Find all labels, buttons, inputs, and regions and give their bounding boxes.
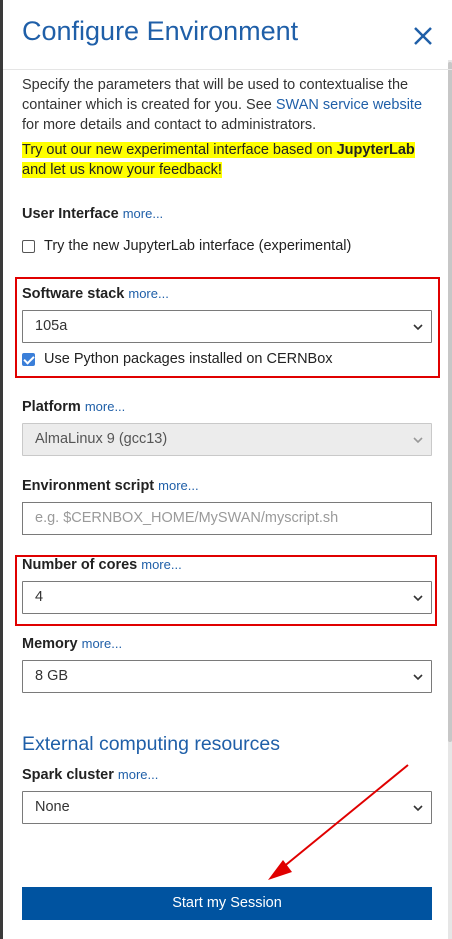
environment-script-more-link[interactable]: more...: [158, 478, 198, 493]
jupyterlab-notice: Try out our new experimental interface b…: [22, 140, 437, 180]
user-interface-label-text: User Interface: [22, 206, 119, 222]
cores-value: 4: [35, 589, 44, 605]
memory-label: Memory more...: [22, 636, 122, 652]
swan-service-link[interactable]: SWAN service website: [276, 97, 422, 113]
memory-more-link[interactable]: more...: [82, 636, 122, 651]
memory-select[interactable]: 8 GB: [22, 660, 432, 693]
scrollbar-thumb[interactable]: [448, 62, 452, 742]
jupyterlab-checkbox-row[interactable]: Try the new JupyterLab interface (experi…: [22, 238, 351, 254]
dialog-header: Configure Environment: [3, 0, 452, 70]
spark-cluster-label-text: Spark cluster: [22, 767, 114, 783]
chevron-down-icon: [413, 437, 423, 444]
chevron-down-icon: [413, 324, 423, 331]
intro-text-after: for more details and contact to administ…: [22, 117, 317, 133]
chevron-down-icon: [413, 805, 423, 812]
cores-more-link[interactable]: more...: [141, 557, 181, 572]
platform-label: Platform more...: [22, 399, 125, 415]
cernbox-packages-checkbox-label: Use Python packages installed on CERNBox: [44, 351, 333, 367]
platform-label-text: Platform: [22, 399, 81, 415]
user-interface-label: User Interface more...: [22, 206, 163, 222]
intro-description: Specify the parameters that will be used…: [22, 75, 432, 135]
notice-jupyterlab: JupyterLab: [336, 142, 415, 158]
cores-label: Number of cores more...: [22, 557, 182, 573]
cores-select[interactable]: 4: [22, 581, 432, 614]
cernbox-packages-checkbox[interactable]: [22, 352, 35, 366]
software-stack-label: Software stack more...: [22, 286, 169, 302]
user-interface-more-link[interactable]: more...: [123, 206, 163, 221]
memory-label-text: Memory: [22, 636, 78, 652]
dialog-title: Configure Environment: [22, 16, 299, 46]
software-stack-label-text: Software stack: [22, 286, 125, 302]
start-session-button[interactable]: Start my Session: [22, 887, 432, 920]
jupyterlab-checkbox-label: Try the new JupyterLab interface (experi…: [44, 238, 352, 254]
platform-select: AlmaLinux 9 (gcc13): [22, 423, 432, 456]
cernbox-packages-checkbox-row[interactable]: Use Python packages installed on CERNBox: [22, 351, 333, 367]
jupyterlab-checkbox[interactable]: [22, 239, 35, 253]
software-stack-value: 105a: [35, 318, 68, 334]
software-stack-more-link[interactable]: more...: [128, 286, 168, 301]
spark-cluster-value: None: [35, 799, 70, 815]
external-resources-heading: External computing resources: [22, 733, 280, 755]
window-edge: [0, 0, 3, 939]
chevron-down-icon: [413, 674, 423, 681]
spark-cluster-label: Spark cluster more...: [22, 767, 158, 783]
platform-value: AlmaLinux 9 (gcc13): [35, 431, 168, 447]
memory-value: 8 GB: [35, 668, 69, 684]
environment-script-input[interactable]: e.g. $CERNBOX_HOME/MySWAN/myscript.sh: [22, 502, 432, 535]
environment-script-label: Environment script more...: [22, 478, 199, 494]
notice-text-2: and let us know your feedback!: [22, 162, 222, 178]
spark-cluster-more-link[interactable]: more...: [118, 767, 158, 782]
software-stack-select[interactable]: 105a: [22, 310, 432, 343]
environment-script-label-text: Environment script: [22, 478, 155, 494]
environment-script-placeholder: e.g. $CERNBOX_HOME/MySWAN/myscript.sh: [35, 510, 339, 526]
chevron-down-icon: [413, 595, 423, 602]
platform-more-link[interactable]: more...: [85, 399, 125, 414]
spark-cluster-select[interactable]: None: [22, 791, 432, 824]
notice-text-1: Try out our new experimental interface b…: [22, 142, 337, 158]
cores-label-text: Number of cores: [22, 557, 138, 573]
close-icon[interactable]: [411, 24, 435, 48]
